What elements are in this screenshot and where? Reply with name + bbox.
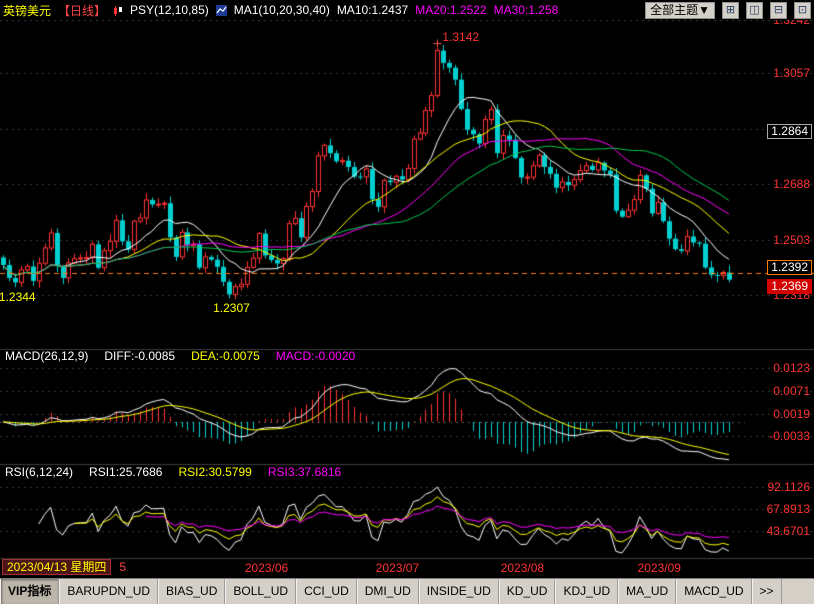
macd-dea-value: DEA:-0.0075 <box>191 349 260 363</box>
tab-inside-ud[interactable]: INSIDE_UD <box>419 579 499 604</box>
rsi-title: RSI(6,12,24) <box>5 465 73 479</box>
status-extra: 5 <box>119 560 126 574</box>
macd-title: MACD(26,12,9) <box>5 349 88 363</box>
status-date-box: 2023/04/13 星期四 <box>2 559 111 575</box>
header-bar: 英镑美元 【日线】 PSY(12,10,85) MA1(10,20,30,40)… <box>0 0 814 20</box>
rsi3-value: RSI3:37.6816 <box>268 465 341 479</box>
indicator-tab-bar: VIP指标BARUPDN_UDBIAS_UDBOLL_UDCCI_UDDMI_U… <box>0 578 814 604</box>
window-layout-full-button[interactable]: ⊡ <box>794 2 811 19</box>
candlestick-icon <box>113 5 123 16</box>
rsi2-value: RSI2:30.5799 <box>178 465 251 479</box>
macd-macd-value: MACD:-0.0020 <box>276 349 355 363</box>
ma-group-label: MA1(10,20,30,40) <box>234 3 330 17</box>
tab-kd-ud[interactable]: KD_UD <box>499 579 556 604</box>
rsi1-value: RSI1:25.7686 <box>89 465 162 479</box>
tab-ma-ud[interactable]: MA_UD <box>618 579 676 604</box>
rsi-label-row: RSI(6,12,24) RSI1:25.7686 RSI2:30.5799 R… <box>5 465 341 479</box>
ma10-value: MA10:1.2437 <box>337 3 408 17</box>
tab-bias-ud[interactable]: BIAS_UD <box>158 579 225 604</box>
theme-selector-button[interactable]: 全部主题▼ <box>645 2 715 19</box>
chart-canvas[interactable] <box>0 20 814 576</box>
tab-cci-ud[interactable]: CCI_UD <box>296 579 357 604</box>
ma20-value: MA20:1.2522 <box>415 3 486 17</box>
tab-vip指标[interactable]: VIP指标 <box>0 579 59 604</box>
macd-diff-value: DIFF:-0.0085 <box>104 349 175 363</box>
tab-kdj-ud[interactable]: KDJ_UD <box>555 579 618 604</box>
tab-boll-ud[interactable]: BOLL_UD <box>225 579 296 604</box>
ma-indicator-icon <box>216 5 227 16</box>
xaxis-status-row: 2023/04/13 星期四 5 <box>2 559 126 575</box>
symbol-name: 英镑美元 <box>3 2 51 19</box>
window-layout-split-button[interactable]: ◫ <box>746 2 763 19</box>
macd-label-row: MACD(26,12,9) DIFF:-0.0085 DEA:-0.0075 M… <box>5 349 355 363</box>
window-layout-grid-button[interactable]: ⊞ <box>722 2 739 19</box>
period-label: 【日线】 <box>58 2 106 19</box>
tab-dmi-ud[interactable]: DMI_UD <box>357 579 419 604</box>
window-layout-rows-button[interactable]: ⊟ <box>770 2 787 19</box>
psy-indicator-label: PSY(12,10,85) <box>130 3 209 17</box>
tab-macd-ud[interactable]: MACD_UD <box>676 579 751 604</box>
tab-barupdn-ud[interactable]: BARUPDN_UD <box>59 579 158 604</box>
ma30-value: MA30:1.258 <box>494 3 559 17</box>
tab--[interactable]: >> <box>752 579 782 604</box>
